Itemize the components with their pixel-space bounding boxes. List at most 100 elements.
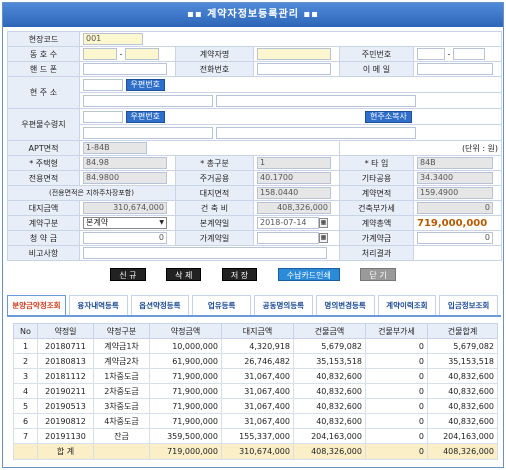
- building-price-label: 건 축 비: [175, 200, 254, 216]
- site-code-field[interactable]: 001: [83, 33, 143, 45]
- provisional-date-label: 가계약일: [175, 230, 254, 246]
- table-cell: 40,832,600: [293, 398, 366, 414]
- type-field: 84B: [417, 157, 493, 169]
- ho-field[interactable]: [124, 48, 159, 60]
- table-cell: 7: [13, 428, 38, 444]
- calendar-icon[interactable]: ▦: [319, 233, 328, 243]
- action-bar: 신 규 삭 제 저 장 수납카드인쇄 닫 기: [3, 268, 503, 281]
- table-row[interactable]: 2 20180813 계약금2차 61,900,000 26,746,482 35,153…: [13, 353, 498, 369]
- calendar-icon[interactable]: ▦: [319, 218, 328, 228]
- mail-postal-button[interactable]: 우편번호: [125, 110, 165, 123]
- contract-date-label: 본계약일: [175, 215, 254, 231]
- table-cell: 3차중도금: [93, 398, 150, 414]
- tab-6[interactable]: 계약이력조회: [377, 295, 437, 315]
- other-common-label: 기타공용: [339, 170, 414, 186]
- table-cell: 20180813: [37, 353, 94, 369]
- table-cell: 6: [13, 413, 38, 429]
- building-price-field: 408,326,000: [257, 202, 331, 214]
- print-card-button[interactable]: 수납카드인쇄: [277, 268, 340, 281]
- apt-type-label: APT면적: [7, 140, 80, 156]
- pyeong-label: * 주택형: [7, 155, 80, 171]
- table-cell: 20180711: [37, 338, 94, 354]
- address-line1-field[interactable]: [83, 94, 213, 107]
- tab-4[interactable]: 공동명의등록: [254, 295, 313, 315]
- tab-3[interactable]: 업유등록: [192, 295, 251, 315]
- total-row: 합 계 719,000,000 310,674,000 408,326,000 0 408…: [13, 443, 498, 460]
- email-field[interactable]: [417, 63, 493, 75]
- exclusive-area-label: 전용면적: [7, 170, 80, 186]
- mail-postal-field[interactable]: [83, 110, 123, 123]
- remark-label: 비고사항: [7, 245, 80, 261]
- address-line2-field[interactable]: [215, 94, 416, 107]
- table-cell: 40,832,600: [427, 368, 498, 384]
- table-cell: 204,163,000: [293, 428, 366, 444]
- resident-no-back-field[interactable]: [452, 48, 485, 60]
- phone-field[interactable]: [257, 63, 331, 75]
- address-postal-button[interactable]: 우편번호: [125, 78, 165, 91]
- address-postal-field[interactable]: [83, 78, 123, 91]
- table-row[interactable]: 5 20190513 3차중도금 71,900,000 31,067,400 40,832…: [13, 398, 498, 414]
- column-header: 약정일: [37, 323, 94, 339]
- land-price-field: 310,674,000: [83, 202, 167, 214]
- resident-no-front-field[interactable]: [417, 48, 445, 60]
- mail-line1-field[interactable]: [83, 126, 213, 139]
- table-cell: 35,153,518: [293, 353, 366, 369]
- copy-address-button[interactable]: 현주소복사: [365, 110, 412, 123]
- table-row[interactable]: 7 20191130 잔금 359,500,000 155,337,000 204,163…: [13, 428, 498, 444]
- table-cell: 0: [365, 428, 428, 444]
- table-cell: 1차중도금: [93, 368, 150, 384]
- mail-line2-field[interactable]: [215, 126, 416, 139]
- window-frame: ▪▪ 계약자정보등록관리 ▪▪ 현장코드 001 동 호 수 - 계약자명 주민…: [2, 2, 504, 468]
- total-floor-label: * 총구분: [175, 155, 254, 171]
- resident-no-label: 주민번호: [339, 46, 414, 62]
- save-button[interactable]: 저 장: [221, 268, 258, 281]
- subscription-label: 청 약 금: [7, 230, 80, 246]
- column-header: 건물부가세: [365, 323, 428, 339]
- column-header: 건물금액: [293, 323, 366, 339]
- building-vat-field: 0: [417, 202, 493, 214]
- table-cell: 71,900,000: [149, 413, 222, 429]
- address-label: 현 주 소: [7, 76, 80, 109]
- tab-0[interactable]: 분양금약정조회: [7, 295, 66, 315]
- total-cell: 0: [365, 443, 428, 460]
- process-result-label: 처리결과: [339, 245, 414, 261]
- provisional-date-field[interactable]: [257, 232, 319, 244]
- total-cell: 310,674,000: [221, 443, 294, 460]
- column-header: 건물합계: [427, 323, 498, 339]
- tab-5[interactable]: 명의변경등록: [315, 295, 375, 315]
- table-row[interactable]: 4 20190211 2차중도금 71,900,000 31,067,400 40,832…: [13, 383, 498, 399]
- table-cell: 0: [365, 368, 428, 384]
- table-cell: 204,163,000: [427, 428, 498, 444]
- total-cell: 408,326,000: [293, 443, 366, 460]
- subscription-field[interactable]: 0: [83, 232, 167, 244]
- exclusive-area-field: 84.9800: [83, 172, 167, 184]
- provisional-amount-field[interactable]: 0: [417, 232, 493, 244]
- column-header: 약정금액: [149, 323, 222, 339]
- delete-button[interactable]: 삭 제: [166, 268, 202, 281]
- table-row[interactable]: 1 20180711 계약금1차 10,000,000 4,320,918 5,679,0…: [13, 338, 498, 354]
- table-cell: 40,832,600: [427, 383, 498, 399]
- total-cell: 408,326,000: [427, 443, 498, 460]
- mobile-field[interactable]: [83, 63, 167, 75]
- table-cell: 71,900,000: [149, 398, 222, 414]
- email-label: 이 메 일: [339, 61, 414, 77]
- dong-field[interactable]: [83, 48, 117, 60]
- contractor-name-field[interactable]: [257, 48, 331, 60]
- tab-7[interactable]: 입금정보조회: [439, 295, 498, 315]
- table-cell: 31,067,400: [221, 413, 294, 429]
- contract-type-select[interactable]: 본계약: [83, 217, 167, 229]
- table-cell: 5,679,082: [427, 338, 498, 354]
- table-cell: 31,067,400: [221, 383, 294, 399]
- table-cell: 20191130: [37, 428, 94, 444]
- table-cell: 5,679,082: [293, 338, 366, 354]
- tab-1[interactable]: 융자내역등록: [68, 295, 128, 315]
- new-button[interactable]: 신 규: [110, 268, 146, 281]
- contract-date-field[interactable]: 2018-07-14: [257, 217, 319, 229]
- remark-field[interactable]: [83, 247, 327, 259]
- table-row[interactable]: 6 20190812 4차중도금 71,900,000 31,067,400 40,832…: [13, 413, 498, 429]
- table-row[interactable]: 3 20181112 1차중도금 71,900,000 31,067,400 40,832…: [13, 368, 498, 384]
- close-button[interactable]: 닫 기: [360, 268, 396, 281]
- tab-2[interactable]: 옵션약정등록: [130, 295, 190, 315]
- total-floor-field: 1: [257, 157, 331, 169]
- table-cell: 31,067,400: [221, 368, 294, 384]
